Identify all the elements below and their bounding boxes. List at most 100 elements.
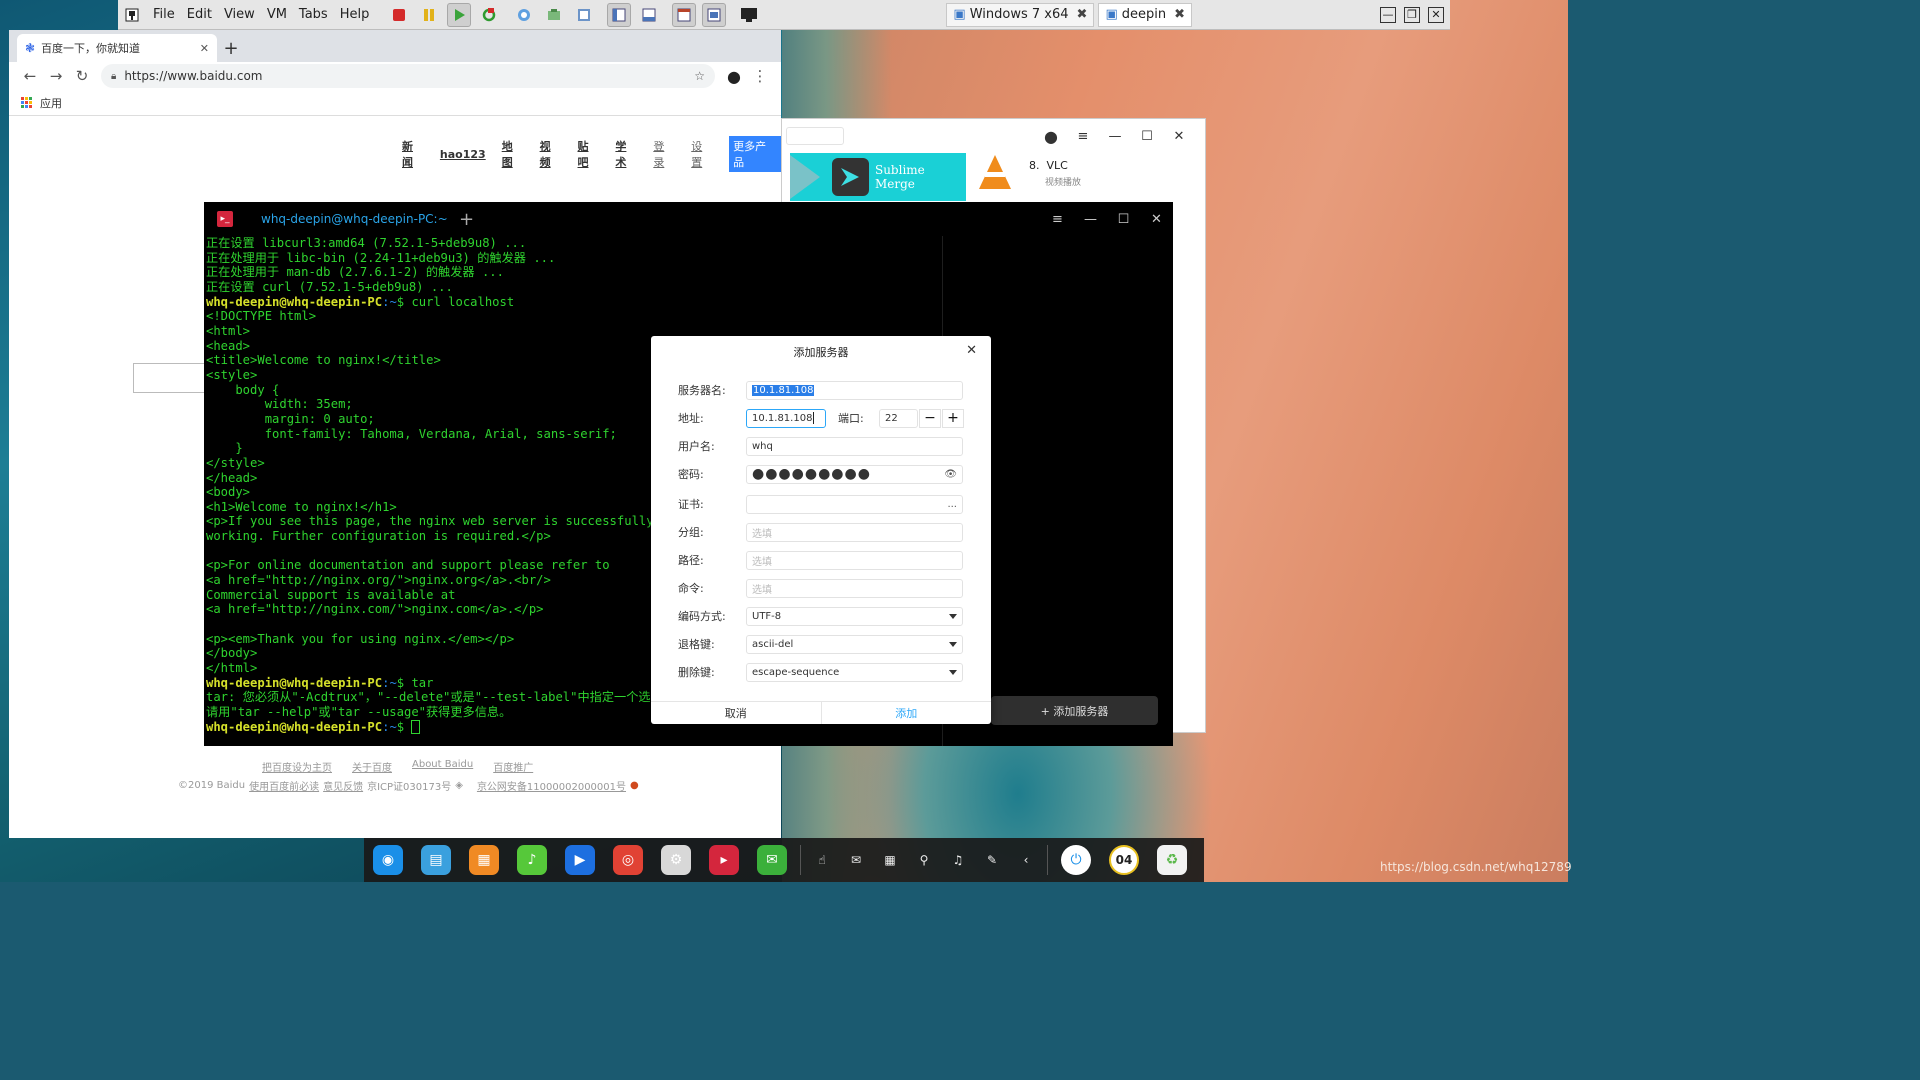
new-tab-button[interactable]: + bbox=[217, 34, 245, 62]
terminal-tab[interactable]: whq-deepin@whq-deepin-PC:~ bbox=[261, 212, 451, 226]
dock-app-wechat[interactable]: ✉ bbox=[748, 838, 796, 882]
username-input[interactable]: whq bbox=[746, 436, 963, 456]
store-search-input[interactable] bbox=[786, 127, 844, 145]
port-input[interactable]: 22 bbox=[879, 408, 918, 428]
forward-icon[interactable]: → bbox=[43, 67, 69, 85]
back-icon[interactable]: ← bbox=[17, 67, 43, 85]
baidu-nav-map[interactable]: 地图 bbox=[502, 138, 524, 170]
encoding-select[interactable]: UTF-8 bbox=[746, 606, 963, 626]
reload-icon[interactable]: ↻ bbox=[69, 67, 95, 85]
tray-collapse-icon[interactable]: ‹ bbox=[1009, 853, 1043, 867]
sidebar-toggle-icon[interactable] bbox=[607, 2, 632, 27]
sublime-merge-banner[interactable]: Sublime Merge bbox=[790, 153, 966, 201]
baidu-settings-link[interactable]: 设置 bbox=[691, 138, 713, 170]
usb-icon[interactable]: ⚲ bbox=[907, 853, 941, 867]
vlc-list-item[interactable]: 8. VLC 视频播放 bbox=[1029, 159, 1081, 188]
dock-app-music[interactable]: ♪ bbox=[508, 838, 556, 882]
close-icon[interactable]: ✕ bbox=[200, 42, 209, 55]
close-icon[interactable]: ✖ bbox=[1174, 7, 1185, 22]
add-button[interactable]: 添加 bbox=[822, 702, 992, 724]
snapshot-manager-icon[interactable] bbox=[572, 3, 596, 27]
baidu-nav-xueshu[interactable]: 学术 bbox=[615, 138, 637, 170]
touch-icon[interactable]: ☝ bbox=[805, 853, 839, 867]
port-decrement-button[interactable]: − bbox=[919, 408, 941, 428]
footer-set-homepage[interactable]: 把百度设为主页 bbox=[262, 759, 332, 774]
address-bar[interactable]: 🔒︎ https://www.baidu.com ☆ bbox=[101, 64, 715, 88]
vm-tab-deepin[interactable]: ▣ deepin ✖ bbox=[1098, 2, 1192, 27]
maximize-icon[interactable]: ☐ bbox=[1107, 212, 1140, 227]
baidu-nav-video[interactable]: 视频 bbox=[540, 138, 562, 170]
dock-app-chrome[interactable]: ◎ bbox=[604, 838, 652, 882]
baidu-more-products-button[interactable]: 更多产品 bbox=[729, 136, 781, 172]
maximize-icon[interactable]: ☐ bbox=[1131, 129, 1163, 144]
thumbnail-bar-icon[interactable] bbox=[637, 3, 661, 27]
baidu-nav-hao123[interactable]: hao123 bbox=[440, 148, 486, 161]
snapshot-icon[interactable] bbox=[512, 3, 536, 27]
footer-promotion[interactable]: 百度推广 bbox=[493, 759, 533, 774]
minimize-icon[interactable]: — bbox=[1074, 212, 1107, 227]
hamburger-menu-icon[interactable]: ≡ bbox=[1067, 129, 1099, 144]
chrome-tab-baidu[interactable]: ❃ 百度一下，你就知道 ✕ bbox=[17, 34, 217, 62]
minimize-icon[interactable]: — bbox=[1380, 6, 1396, 23]
unity-view-icon[interactable] bbox=[702, 2, 727, 27]
menu-edit[interactable]: Edit bbox=[181, 7, 218, 22]
baidu-login-link[interactable]: 登录 bbox=[653, 138, 675, 170]
user-icon[interactable]: ● bbox=[1035, 127, 1067, 146]
address-input[interactable]: 10.1.81.108 bbox=[746, 408, 826, 428]
dock-app-app-store[interactable]: ▦ bbox=[460, 838, 508, 882]
server-name-input[interactable]: 10.1.81.108 bbox=[746, 380, 963, 400]
password-input[interactable]: ●●●●●●●●● 👁︎ bbox=[746, 464, 963, 484]
eye-icon[interactable]: 👁︎ bbox=[944, 469, 957, 480]
close-icon[interactable]: ✖ bbox=[1077, 7, 1088, 22]
dock-app-terminal[interactable]: ▸ bbox=[700, 838, 748, 882]
keyboard-icon[interactable]: ▦ bbox=[873, 853, 907, 867]
play-icon[interactable] bbox=[447, 2, 472, 27]
backspace-select[interactable]: ascii-del bbox=[746, 634, 963, 654]
profile-icon[interactable]: ● bbox=[721, 67, 747, 86]
vm-tab-windows7[interactable]: ▣ Windows 7 x64 ✖ bbox=[946, 2, 1095, 27]
baidu-search-input[interactable] bbox=[133, 363, 213, 393]
baidu-nav-news[interactable]: 新闻 bbox=[402, 138, 424, 170]
footer-feedback[interactable]: 意见反馈 bbox=[323, 778, 363, 793]
pen-icon[interactable]: ✎ bbox=[975, 853, 1009, 867]
menu-tabs[interactable]: Tabs bbox=[293, 7, 334, 22]
menu-view[interactable]: View bbox=[218, 7, 261, 22]
port-increment-button[interactable]: + bbox=[942, 408, 964, 428]
bookmark-apps-label[interactable]: 应用 bbox=[40, 95, 62, 111]
group-input[interactable]: 选填 bbox=[746, 522, 963, 542]
close-window-icon[interactable]: ✕ bbox=[1428, 6, 1444, 23]
close-icon[interactable]: ✕ bbox=[1163, 129, 1195, 144]
trash-button[interactable]: ♻ bbox=[1148, 838, 1196, 882]
dock-app-movie[interactable]: ▶ bbox=[556, 838, 604, 882]
baidu-nav-tieba[interactable]: 贴吧 bbox=[578, 138, 600, 170]
footer-police[interactable]: 京公网安备11000002000001号 bbox=[477, 778, 626, 793]
console-view-icon[interactable] bbox=[672, 2, 697, 27]
volume-icon[interactable]: ♫ bbox=[941, 853, 975, 867]
power-off-icon[interactable] bbox=[387, 3, 411, 27]
close-icon[interactable]: ✕ bbox=[1140, 212, 1173, 227]
apps-grid-icon[interactable] bbox=[21, 97, 32, 108]
clock-widget[interactable]: 04 bbox=[1100, 838, 1148, 882]
wechat-tray-icon[interactable]: ✉ bbox=[839, 853, 873, 867]
cert-input[interactable]: ... bbox=[746, 494, 963, 514]
reset-icon[interactable] bbox=[477, 3, 501, 27]
add-server-button[interactable]: + 添加服务器 bbox=[991, 696, 1158, 725]
menu-help[interactable]: Help bbox=[334, 7, 376, 22]
path-input[interactable]: 选填 bbox=[746, 550, 963, 570]
restore-icon[interactable]: ❐ bbox=[1404, 6, 1420, 23]
dock-app-file-manager[interactable]: ▤ bbox=[412, 838, 460, 882]
minimize-icon[interactable]: — bbox=[1099, 129, 1131, 144]
browse-button[interactable]: ... bbox=[947, 499, 957, 510]
delete-key-select[interactable]: escape-sequence bbox=[746, 662, 963, 682]
pin-icon[interactable] bbox=[120, 3, 144, 27]
footer-about-en[interactable]: About Baidu bbox=[412, 759, 473, 774]
menu-kebab-icon[interactable]: ⋮ bbox=[747, 67, 773, 85]
command-input[interactable]: 选填 bbox=[746, 578, 963, 598]
dock-app-settings[interactable]: ⚙ bbox=[652, 838, 700, 882]
menu-vm[interactable]: VM bbox=[261, 7, 293, 22]
footer-must-read[interactable]: 使用百度前必读 bbox=[249, 778, 319, 793]
fullscreen-icon[interactable] bbox=[737, 3, 761, 27]
new-terminal-tab-button[interactable]: + bbox=[459, 209, 474, 230]
shutdown-button[interactable]: ⏻ bbox=[1052, 838, 1100, 882]
bookmark-star-icon[interactable]: ☆ bbox=[694, 69, 705, 83]
